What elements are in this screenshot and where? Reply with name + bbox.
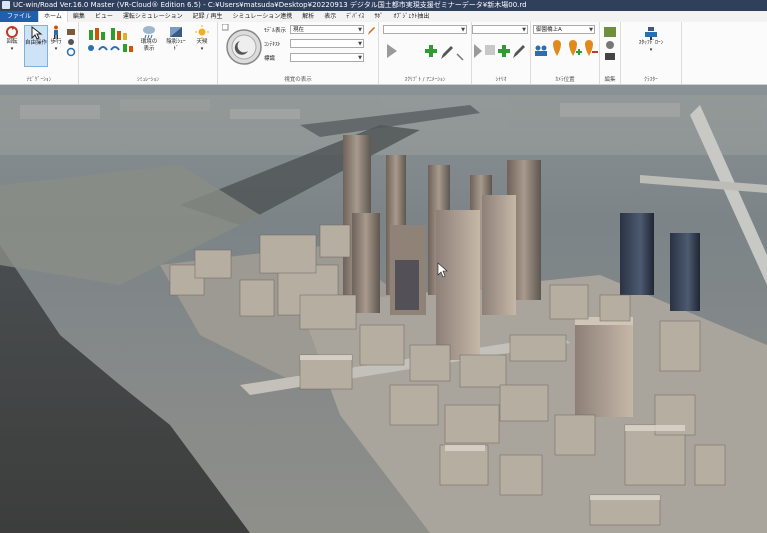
script-select[interactable]: ▼ bbox=[383, 25, 467, 34]
marker-select[interactable]: ▼ bbox=[290, 53, 364, 62]
ribbon: 回転 ▾ 自由操作 歩行 ▾ ﾅﾋﾞｹﾞｰｼｮﾝ 環境の表示 陰影ｼｪｰﾄﾞ 天… bbox=[0, 22, 767, 85]
city-scene bbox=[0, 85, 767, 533]
title-bar: UC-win/Road Ver.16.0 Master (VR-Cloud® E… bbox=[0, 0, 767, 11]
menu-file[interactable]: ファイル bbox=[0, 11, 39, 22]
time-dial-icon[interactable] bbox=[222, 24, 262, 68]
nav-mini-icons bbox=[66, 29, 76, 57]
rotate-icon bbox=[6, 26, 18, 38]
chevron-down-icon: ▼ bbox=[522, 27, 526, 33]
camera-value: 御園橋上A bbox=[536, 27, 562, 33]
sun-icon bbox=[195, 25, 209, 39]
add-icon bbox=[425, 45, 437, 57]
menu-sim-link[interactable]: シミュレーション連携 bbox=[227, 11, 297, 22]
scenario-select[interactable]: ▼ bbox=[472, 25, 528, 34]
shade-icon bbox=[170, 27, 182, 37]
camera-icon bbox=[605, 53, 615, 60]
menu-driving-sim[interactable]: 運転シミュレーション bbox=[118, 11, 188, 22]
env-display-label: 環境の表示 bbox=[140, 39, 158, 52]
camera-select[interactable]: 御園橋上A ▼ bbox=[533, 25, 595, 34]
window-title: UC-win/Road Ver.16.0 Master (VR-Cloud® E… bbox=[13, 1, 527, 9]
view-display-group: ﾓﾃﾞﾙ表示 現在 ▼ ｺﾝﾃｷｽﾄ ▼ 標識 ▼ 視覚の表示 bbox=[218, 22, 379, 84]
application-window: UC-win/Road Ver.16.0 Master (VR-Cloud® E… bbox=[0, 0, 767, 533]
stop-icon bbox=[485, 45, 495, 55]
cursor-icon bbox=[31, 26, 43, 40]
menu-object-extract[interactable]: ｵﾌﾞｼﾞｪｸﾄ抽出 bbox=[388, 11, 434, 22]
model-display-value: 現在 bbox=[293, 27, 305, 33]
remove-pin-icon bbox=[585, 40, 598, 56]
drone-icon bbox=[645, 27, 657, 40]
menu-edit[interactable]: 編集 bbox=[68, 11, 90, 22]
weather-label: 天候 bbox=[196, 39, 208, 45]
cluster-group-label: ｸﾗｽﾀｰ bbox=[644, 77, 658, 83]
add-pin-icon bbox=[569, 40, 582, 56]
cluster-group: ｽﾀｯﾌﾄﾞﾛｰﾝ ▾ ｸﾗｽﾀｰ bbox=[621, 22, 682, 84]
scenario-controls bbox=[474, 44, 525, 58]
script-controls bbox=[387, 44, 464, 61]
menu-home[interactable]: ホーム bbox=[38, 11, 68, 22]
simulation-group: 環境の表示 陰影ｼｪｰﾄﾞ 天候 ▾ ｼﾐｭﾚｰｼｮﾝ bbox=[79, 22, 218, 84]
camera-group-label: ｶﾒﾗ位置 bbox=[555, 77, 575, 83]
camera-controls bbox=[535, 40, 598, 56]
free-move-button[interactable]: 自由操作 bbox=[24, 25, 48, 67]
menu-device[interactable]: ﾃﾞﾊﾞｲｽ bbox=[341, 11, 369, 22]
3d-viewport[interactable] bbox=[0, 85, 767, 533]
chevron-down-icon: ▼ bbox=[358, 41, 362, 47]
scenario-group: ▼ ｼﾅﾘｵ bbox=[472, 22, 531, 84]
rotate-label: 回転 bbox=[6, 39, 18, 45]
app-icon bbox=[2, 1, 10, 9]
free-move-label: 自由操作 bbox=[25, 40, 48, 46]
cloud-rain-icon bbox=[143, 26, 155, 39]
menu-analysis[interactable]: 解析 bbox=[297, 11, 319, 22]
env-display-button[interactable]: 環境の表示 bbox=[139, 25, 159, 63]
weather-button[interactable]: 天候 ▾ bbox=[192, 25, 212, 63]
traffic-sim-icons bbox=[88, 28, 133, 52]
navigation-group-label: ﾅﾋﾞｹﾞｰｼｮﾝ bbox=[26, 77, 52, 83]
edit-icon bbox=[441, 46, 453, 59]
walker-icon bbox=[54, 25, 58, 39]
navigation-group: 回転 ▾ 自由操作 歩行 ▾ ﾅﾋﾞｹﾞｰｼｮﾝ bbox=[0, 22, 79, 84]
scenario-group-label: ｼﾅﾘｵ bbox=[495, 77, 507, 83]
edit-icon bbox=[513, 45, 525, 58]
pin-icon bbox=[553, 40, 561, 56]
play-icon bbox=[387, 44, 397, 58]
start-drone-label: ｽﾀｯﾌﾄﾞﾛｰﾝ bbox=[638, 40, 664, 46]
gear-icon bbox=[606, 41, 614, 49]
map-icon bbox=[604, 27, 616, 37]
edit-tools bbox=[604, 27, 616, 60]
menu-record-playback[interactable]: 記録 / 再生 bbox=[188, 11, 228, 22]
chevron-down-icon: ▼ bbox=[461, 27, 465, 33]
marker-label: 標識 bbox=[264, 56, 276, 62]
view-display-group-label: 視覚の表示 bbox=[284, 77, 312, 83]
menu-display[interactable]: 表示 bbox=[319, 11, 341, 22]
camera-position-group: 御園橋上A ▼ ｶﾒﾗ位置 bbox=[531, 22, 600, 84]
shadow-label: 陰影ｼｪｰﾄﾞ bbox=[166, 39, 186, 52]
shadow-button[interactable]: 陰影ｼｪｰﾄﾞ bbox=[165, 25, 187, 63]
menu-view[interactable]: ビュー bbox=[90, 11, 118, 22]
chevron-down-icon: ▼ bbox=[589, 27, 593, 33]
walk-label: 歩行 bbox=[50, 39, 62, 45]
script-animation-group: ▼ ｽｸﾘﾌﾟﾄ / ｱﾆﾒｰｼｮﾝ bbox=[379, 22, 472, 84]
menu-support[interactable]: ｻﾎﾟ bbox=[369, 11, 388, 22]
walk-button[interactable]: 歩行 ▾ bbox=[48, 25, 64, 63]
chevron-down-icon: ▼ bbox=[358, 27, 362, 33]
edit-group: 編集 bbox=[600, 22, 621, 84]
add-icon bbox=[498, 45, 510, 57]
start-drone-button[interactable]: ｽﾀｯﾌﾄﾞﾛｰﾝ ▾ bbox=[625, 26, 677, 62]
simulation-group-label: ｼﾐｭﾚｰｼｮﾝ bbox=[136, 77, 159, 83]
people-icon bbox=[535, 45, 547, 56]
rotate-button[interactable]: 回転 ▾ bbox=[2, 25, 22, 63]
model-display-label: ﾓﾃﾞﾙ表示 bbox=[264, 28, 287, 34]
play-icon bbox=[474, 44, 482, 58]
chevron-down-icon: ▼ bbox=[358, 55, 362, 61]
script-group-label: ｽｸﾘﾌﾟﾄ / ｱﾆﾒｰｼｮﾝ bbox=[404, 77, 446, 83]
context-select[interactable]: ▼ bbox=[290, 39, 364, 48]
context-label: ｺﾝﾃｷｽﾄ bbox=[264, 42, 281, 48]
edit-group-label: 編集 bbox=[604, 77, 616, 83]
model-display-select[interactable]: 現在 ▼ bbox=[290, 25, 364, 34]
pencil-icon[interactable] bbox=[367, 26, 376, 36]
